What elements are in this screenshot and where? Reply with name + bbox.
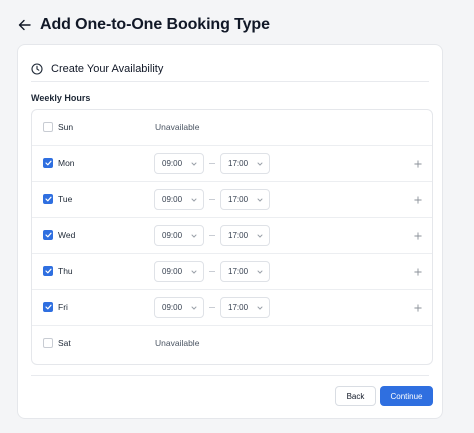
day-label: Fri <box>58 302 68 312</box>
plus-icon[interactable] <box>412 302 424 314</box>
chevron-down-icon <box>190 160 198 168</box>
check-icon <box>44 268 52 274</box>
continue-button[interactable]: Continue <box>380 386 433 406</box>
start-time-value: 09:00 <box>162 159 183 168</box>
start-time-select[interactable]: 09:00 <box>154 153 204 174</box>
start-time-select[interactable]: 09:00 <box>154 261 204 282</box>
start-time-select[interactable]: 09:00 <box>154 225 204 246</box>
availability-card: Create Your Availability Weekly Hours Su… <box>17 44 443 419</box>
section-label: Weekly Hours <box>31 93 91 103</box>
unavailable-text: Unavailable <box>155 122 200 132</box>
time-separator <box>209 271 215 272</box>
day-label: Mon <box>58 158 75 168</box>
time-separator <box>209 163 215 164</box>
check-icon <box>44 304 52 310</box>
end-time-value: 17:00 <box>228 159 249 168</box>
chevron-down-icon <box>190 304 198 312</box>
chevron-down-icon <box>256 232 264 240</box>
card-title: Create Your Availability <box>51 63 164 75</box>
start-time-value: 09:00 <box>162 267 183 276</box>
day-checkbox-thu[interactable] <box>43 266 53 276</box>
day-label: Sun <box>58 122 74 132</box>
check-icon <box>44 232 52 238</box>
day-row-mon: Mon 09:00 17:00 <box>32 146 432 182</box>
chevron-down-icon <box>190 268 198 276</box>
check-icon <box>44 160 52 166</box>
chevron-down-icon <box>256 196 264 204</box>
day-row-tue: Tue 09:00 17:00 <box>32 182 432 218</box>
day-row-fri: Fri 09:00 17:00 <box>32 290 432 326</box>
chevron-down-icon <box>190 232 198 240</box>
end-time-value: 17:00 <box>228 231 249 240</box>
start-time-value: 09:00 <box>162 195 183 204</box>
day-row-sun: Sun Unavailable <box>32 110 432 146</box>
chevron-down-icon <box>190 196 198 204</box>
day-checkbox-tue[interactable] <box>43 194 53 204</box>
start-time-select[interactable]: 09:00 <box>154 189 204 210</box>
start-time-value: 09:00 <box>162 231 183 240</box>
end-time-select[interactable]: 17:00 <box>220 297 270 318</box>
day-checkbox-mon[interactable] <box>43 158 53 168</box>
end-time-select[interactable]: 17:00 <box>220 261 270 282</box>
page-title: Add One-to-One Booking Type <box>40 16 270 33</box>
time-separator <box>209 235 215 236</box>
day-label: Tue <box>58 194 73 204</box>
day-checkbox-wed[interactable] <box>43 230 53 240</box>
plus-icon[interactable] <box>412 194 424 206</box>
check-icon <box>44 196 52 202</box>
clock-icon <box>31 63 43 75</box>
time-separator <box>209 199 215 200</box>
chevron-down-icon <box>256 160 264 168</box>
day-checkbox-sun[interactable] <box>43 122 53 132</box>
divider <box>31 375 429 376</box>
day-row-thu: Thu 09:00 17:00 <box>32 254 432 290</box>
day-checkbox-fri[interactable] <box>43 302 53 312</box>
unavailable-text: Unavailable <box>155 338 200 348</box>
back-button[interactable]: Back <box>335 386 376 406</box>
chevron-down-icon <box>256 304 264 312</box>
day-label: Thu <box>58 266 73 276</box>
start-time-value: 09:00 <box>162 303 183 312</box>
end-time-value: 17:00 <box>228 195 249 204</box>
end-time-select[interactable]: 17:00 <box>220 225 270 246</box>
end-time-value: 17:00 <box>228 267 249 276</box>
arrow-left-icon[interactable] <box>17 18 31 32</box>
page-header: Add One-to-One Booking Type <box>17 12 270 38</box>
plus-icon[interactable] <box>412 230 424 242</box>
day-row-sat: Sat Unavailable <box>32 326 432 362</box>
weekly-hours-list: Sun Unavailable Mon 09:00 17:00 Tue 09:0… <box>31 109 433 365</box>
end-time-value: 17:00 <box>228 303 249 312</box>
divider <box>31 81 429 82</box>
end-time-select[interactable]: 17:00 <box>220 153 270 174</box>
plus-icon[interactable] <box>412 158 424 170</box>
end-time-select[interactable]: 17:00 <box>220 189 270 210</box>
plus-icon[interactable] <box>412 266 424 278</box>
day-checkbox-sat[interactable] <box>43 338 53 348</box>
day-label: Wed <box>58 230 76 240</box>
chevron-down-icon <box>256 268 264 276</box>
card-header: Create Your Availability <box>31 59 431 79</box>
day-label: Sat <box>58 338 71 348</box>
start-time-select[interactable]: 09:00 <box>154 297 204 318</box>
day-row-wed: Wed 09:00 17:00 <box>32 218 432 254</box>
time-separator <box>209 307 215 308</box>
